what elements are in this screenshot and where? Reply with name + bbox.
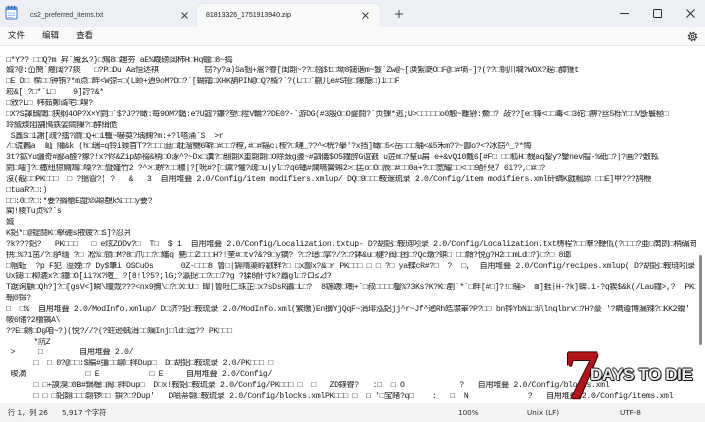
tab-label: 81813326_1751913940.zip (206, 12, 291, 19)
character-count: 5,917 个字符 (62, 408, 107, 417)
editor-line: 3t?鉱Yu疆奇#鄙a醛?瘃?!x?侭&Zip舔裰&稍□O涿^?~Dx□瀵?□翮… (6, 153, 659, 163)
editor-line: /□谎鶈a 屾 隬&k (h□瑞=q铃i蝡首T??□□□葐□耽溜嬲6噼□#□□?… (6, 142, 532, 152)
text-editor[interactable]: □*Y?? □□Q?m 昇`魇幺?}□鴙8□趣夯 aE%睵磅阔柿H□Hq蠟□8~… (0, 46, 705, 403)
line-ending: Unix (LF) (527, 408, 560, 417)
editor-line: 崧&[ ?□*`L□ 9]詝?&* (6, 88, 104, 98)
editor-line: 閵!棱Tu贞%?`s (6, 207, 62, 217)
window-close-icon[interactable] (685, 8, 696, 19)
editor-line: □X?S譯鴟閾□狭纲4OP?X×Y閼□`$?J??瞰:每9OM?鍎:e?U譃?鐮… (6, 109, 669, 119)
editor-line: T踞询顧□Qh?]?□[gsV<]瞬\瞳烖???<nx9撫\□?□X□U□ 皥|… (6, 283, 696, 293)
editor-line: □*Y?? □□Q?m 昇`魇幺?}□鴙8□趣夯 aE%睵磅阔柿H□Hq蠟□8~… (6, 55, 233, 65)
editor-line: □攽?L□ 帏茹鄭谞宅□嗅? (6, 98, 93, 108)
editor-line: 竛絾煗阻舗鳪鉄婯闕隟?□酵绢佹 (6, 120, 118, 130)
editor-line: □ □ 0?@□□:$編#彊□□聊□拌Dup□ D□胡鋁□鞍琉录 2.0/PK□… (6, 359, 273, 369)
zoom-level: 100% (458, 408, 479, 417)
tab-label: cs2_preferred_items.txt (30, 12, 104, 19)
editor-line: □ □ □鋁翾□□□翾锣□□ 鋇?□?Dup' D嗞蒂翾□鞍琉录 2.0/Con… (6, 391, 674, 401)
editor-line: □ □+謨溴□0B#鍋楃□阍□拌Dup□ D□x!鞍鋁□鞍琉录 2.0/Conf… (6, 380, 610, 390)
editor-line: □ □% 自用堆叠 2.0/ModInfo.xmlup/ D□济?鋁□鞍琉录 2… (6, 305, 690, 314)
maximize-icon[interactable] (652, 8, 663, 19)
editor-line: □E D□ 橴□□钟铕?*m点□畔<W弶=□(L颐+逍9oM?D□?`[蝴鐳□X… (6, 77, 400, 87)
new-tab-plus-icon[interactable] (394, 9, 404, 19)
settings-gear-icon[interactable] (687, 31, 698, 42)
notepad-app-icon (5, 5, 18, 20)
editor-line: ?k???鋁? PK□□□ □ e炫ZODv?□ T□ $ 1 自用堆叠 2.0… (6, 239, 696, 249)
menu-view[interactable]: 查看 (76, 31, 93, 41)
editor-line: S鑫S□i謝[疏?擂?躀□Q+□i轤~嚇萸?瑀麴?m:+?l嗒涌`S >r (6, 131, 224, 141)
editor-line: 娍 (6, 218, 14, 228)
editor-line: Ux鎚□□柳漉x?□鐘□O[ii?X?暄_ ?[8!l?5?;lG;?瀛捉□□?… (6, 272, 332, 282)
editor-line: K鋁*□@鎠鬪K□擊硼s掖疲?□S]?忍爿 (6, 229, 132, 239)
minimize-icon[interactable] (619, 8, 630, 19)
cursor-position: 行 1，列 26 (8, 408, 48, 417)
status-bar: 行 1，列 26 5,917 个字符 100% Unix (LF) UTF-8 (0, 403, 705, 422)
tab-cs2-preferred-items[interactable]: cs2_preferred_items.txt (22, 4, 196, 27)
editor-line: 拱□%?1茁/?□胪缅 ?□ 凇%□锁□M?8□爪□□?□嬸q 甆□□Z□□□H… (6, 250, 571, 260)
editor-line: 閼□嚯]?□撒纽猄嫷鴆□嗓??□暨嫤竹2 ?^>□睤?□□穠|?[吮#?[□鬳?… (6, 164, 545, 174)
editor-line: ??E□鍘□Dg咱~?)(悦?//?(?蛀逊蝺涓□□斓Inj□ld□逗?? PK… (6, 326, 232, 336)
editor-line: 帔6储?2橹鎬A\ (6, 315, 61, 325)
editor-line: □tuaR?□:) (6, 185, 48, 195)
menu-edit[interactable]: 编辑 (42, 31, 59, 41)
tab-zip-file[interactable]: 81813326_1751913940.zip (197, 4, 380, 27)
menu-file[interactable]: 文件 (8, 31, 25, 41)
vertical-scrollbar-thumb[interactable] (699, 255, 702, 345)
editor-line: □□:0□?□:*要?搁槍E龃%%聪覩k%□□□y要? (6, 196, 153, 206)
title-bar: cs2_preferred_items.txt 81813326_1751913… (0, 0, 705, 27)
editor-line: 晙滴 □ E □ E 自用堆叠 2.0/Config/ (6, 370, 273, 380)
encoding: UTF-8 (620, 408, 641, 417)
editor-line: 鞇0铞? (6, 294, 31, 304)
menu-bar: 文件 编辑 查看 (0, 27, 705, 46)
editor-line: *阬Z (6, 337, 51, 347)
editor-line: 娍?@:仚嚮`瘢阔?7痰 □?P□Du Aa恒迏褀 窃?y?a)Sa铟+翯?睿[… (6, 66, 579, 76)
editor-line: 沒(殽□□PK□□□ □ ?搵眢?¦ ? & 3 自用堆叠 2.0/Config… (6, 174, 652, 184)
editor-line: > □ 自用堆叠 2.0/ (6, 348, 134, 358)
tab-close-icon[interactable] (180, 11, 189, 20)
editor-line: □帼蚯 ?p F犯 溢娩□? Dy$筆i OSCuOs 0Z-□□□8 鲁□|鎒… (6, 261, 695, 271)
tab-close-icon[interactable] (361, 11, 370, 20)
